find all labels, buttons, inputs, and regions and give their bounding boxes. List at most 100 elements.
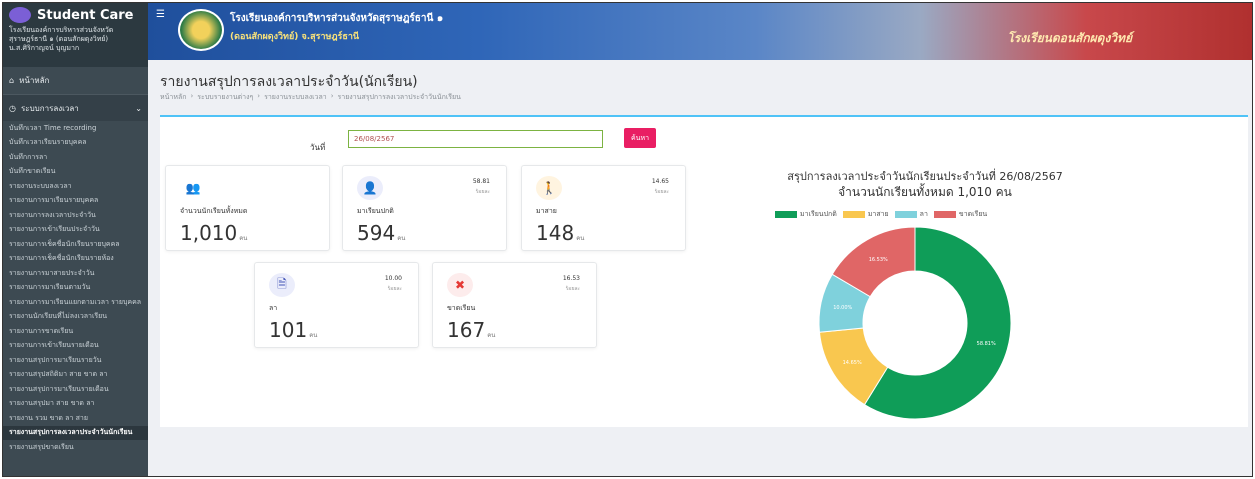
- sidebar-subitem[interactable]: รายงานการลงเวลาประจำวัน: [3, 208, 148, 223]
- stat-card-total: 👥 จำนวนนักเรียนทั้งหมด 1,010 คน: [165, 165, 330, 251]
- sidebar-subitem[interactable]: รายงานการเข้าเรียนรายเดือน: [3, 339, 148, 354]
- school-seal-icon: [178, 9, 224, 51]
- stat-percent-label: ร้อยละ: [565, 286, 580, 292]
- date-label: วันที่: [310, 143, 326, 152]
- stat-percent-label: ร้อยละ: [475, 189, 490, 195]
- sidebar-subitem[interactable]: รายงานสรุปการมาเรียนรายวัน: [3, 353, 148, 368]
- sidebar-subitem[interactable]: รายงานสรุปสถิติมา สาย ขาด ลา: [3, 368, 148, 383]
- legend-label: ขาดเรียน: [958, 210, 988, 218]
- slice-label: 58.81%: [977, 341, 996, 347]
- sidebar-subitem[interactable]: รายงาน รวม ขาด ลา สาย: [3, 411, 148, 426]
- stat-label: จำนวนนักเรียนทั้งหมด: [180, 207, 248, 215]
- absent-icon: ✖: [447, 273, 473, 297]
- breadcrumb-time-reports[interactable]: รายงานระบบลงเวลา: [264, 92, 327, 103]
- user-check-icon: 👤: [357, 176, 383, 200]
- app-frame: Student Care โรงเรียนองค์การบริหารส่วนจั…: [2, 2, 1253, 477]
- stat-label: ลา: [269, 304, 278, 312]
- stat-card-absent: ✖ 16.53 ร้อยละ ขาดเรียน 167 คน: [432, 262, 597, 348]
- sidebar-submenu: บันทึกเวลา Time recording บันทึกเวลาเรียน…: [3, 121, 148, 455]
- breadcrumb: หน้าหลัก › ระบบรายงานต่างๆ › รายงานระบบลงเ…: [160, 92, 461, 103]
- home-icon: ⌂: [9, 76, 15, 85]
- legend-item[interactable]: มาสาย: [842, 209, 889, 220]
- sidebar-subitem[interactable]: รายงานสรุปมา สาย ขาด ลา: [3, 397, 148, 412]
- top-banner: ☰ โรงเรียนองค์การบริหารส่วนจังหวัดสุราษฎ…: [148, 3, 1252, 60]
- banner-photo-text: โรงเรียนดอนสักผดุงวิทย์: [1007, 31, 1132, 45]
- stat-card-leave: 🗎 10.00 ร้อยละ ลา 101 คน: [254, 262, 419, 348]
- slice-label: 10.00%: [833, 305, 852, 311]
- stat-label: มาเรียนปกติ: [357, 207, 394, 215]
- sidebar-subitem[interactable]: รายงานการเช็คชื่อนักเรียนรายบุคคล: [3, 237, 148, 252]
- sidebar-subitem[interactable]: รายงานสรุปขาดเรียน: [3, 440, 148, 455]
- breadcrumb-home[interactable]: หน้าหลัก: [160, 92, 186, 103]
- sidebar-subitem[interactable]: บันทึกเวลาเรียนรายบุคคล: [3, 136, 148, 151]
- students-icon: 👥: [185, 181, 201, 195]
- report-card: วันที่ ค้นหา 👥 จำนวนนักเรียนทั้งหมด 1,01…: [160, 115, 1248, 427]
- breadcrumb-current: รายงานสรุปการลงเวลาประจำวันนักเรียน: [337, 93, 461, 101]
- stat-card-late: 🚶 14.65 ร้อยละ มาสาย 148 คน: [521, 165, 686, 251]
- chart-subtitle: จำนวนนักเรียนทั้งหมด 1,010 คน: [838, 185, 1012, 199]
- sidebar-subitem[interactable]: รายงานระบบลงเวลา: [3, 179, 148, 194]
- stat-percent: 10.00: [384, 275, 402, 282]
- brand-school-line-1: โรงเรียนองค์การบริหารส่วนจังหวัด: [9, 26, 114, 34]
- school-subname: (ดอนสักผดุงวิทย์) จ.สุราษฎร์ธานี: [230, 32, 360, 42]
- chevron-down-icon: ⌄: [135, 103, 142, 113]
- brand-user-name: น.ส.ศิริกาญจน์ บุญมาก: [9, 44, 80, 52]
- sidebar-subitem[interactable]: รายงานสรุปการมาเรียนรายเดือน: [3, 382, 148, 397]
- stat-label: มาสาย: [536, 207, 557, 215]
- legend-swatch: [775, 211, 797, 218]
- stat-value: 1,010 คน: [180, 221, 248, 245]
- stat-value: 594 คน: [357, 221, 406, 245]
- sidebar-subitem[interactable]: บันทึกขาดเรียน: [3, 165, 148, 180]
- sidebar-subitem[interactable]: รายงานการมาสายประจำวัน: [3, 266, 148, 281]
- slice-label: 16.53%: [869, 257, 888, 263]
- sidebar-item-label: หน้าหลัก: [19, 76, 50, 85]
- stat-percent: 16.53: [562, 275, 580, 282]
- brand: Student Care โรงเรียนองค์การบริหารส่วนจั…: [3, 3, 148, 67]
- stat-value: 167 คน: [447, 318, 496, 342]
- chart-legend: มาเรียนปกติ มาสาย ลา ขาดเรียน: [775, 209, 987, 220]
- school-name: โรงเรียนองค์การบริหารส่วนจังหวัดสุราษฎร์…: [230, 13, 444, 24]
- stat-percent: 58.81: [472, 178, 490, 185]
- legend-swatch: [842, 211, 865, 218]
- hamburger-icon[interactable]: ☰: [156, 9, 165, 20]
- page-title: รายงานสรุปการลงเวลาประจำวัน(นักเรียน): [160, 74, 418, 90]
- search-button[interactable]: ค้นหา: [624, 128, 656, 148]
- sidebar-subitem[interactable]: บันทึกการลา: [3, 150, 148, 165]
- sidebar-group-time[interactable]: ◷ ระบบการลงเวลา ⌄: [3, 95, 148, 121]
- breadcrumb-reports[interactable]: ระบบรายงานต่างๆ: [197, 92, 253, 103]
- sidebar-group-label: ระบบการลงเวลา: [20, 103, 79, 113]
- brand-school-line-2: สุราษฎร์ธานี ๑ (ดอนสักผดุงวิทย์): [9, 35, 109, 43]
- sidebar-subitem[interactable]: บันทึกเวลา Time recording: [3, 121, 148, 136]
- sidebar-subitem[interactable]: รายงานการขาดเรียน: [3, 324, 148, 339]
- stat-card-present: 👤 58.81 ร้อยละ มาเรียนปกติ 594 คน: [342, 165, 507, 251]
- sidebar-subitem[interactable]: รายงานการเช็คชื่อนักเรียนรายห้อง: [3, 252, 148, 267]
- sidebar-subitem[interactable]: รายงานนักเรียนที่ไม่ลงเวลาเรียน: [3, 310, 148, 325]
- legend-item[interactable]: ขาดเรียน: [933, 209, 988, 220]
- donut-chart: 58.81% 14.65% 10.00% 16.53%: [818, 226, 1012, 420]
- stat-percent-label: ร้อยละ: [387, 286, 402, 292]
- sidebar: Student Care โรงเรียนองค์การบริหารส่วนจั…: [3, 3, 148, 476]
- sidebar-subitem[interactable]: รายงานการเข้าเรียนประจำวัน: [3, 223, 148, 238]
- stat-label: ขาดเรียน: [447, 304, 476, 312]
- slice-label: 14.65%: [843, 360, 862, 366]
- sidebar-subitem[interactable]: รายงานการมาเรียนตามวัน: [3, 281, 148, 296]
- clock-icon: ◷: [9, 103, 16, 113]
- document-icon: 🗎: [269, 273, 295, 297]
- stat-value: 148 คน: [536, 221, 585, 245]
- stat-percent-label: ร้อยละ: [654, 189, 669, 195]
- legend-swatch: [933, 211, 956, 218]
- heart-logo-icon: [9, 7, 31, 23]
- sidebar-subitem[interactable]: รายงานการมาเรียนรายบุคคล: [3, 194, 148, 209]
- legend-label: มาเรียนปกติ: [800, 210, 837, 218]
- legend-item[interactable]: มาเรียนปกติ: [775, 209, 837, 220]
- brand-title: Student Care: [37, 7, 134, 23]
- legend-item[interactable]: ลา: [894, 209, 928, 220]
- date-input[interactable]: [348, 130, 603, 148]
- stat-value: 101 คน: [269, 318, 318, 342]
- sidebar-subitem[interactable]: รายงานสรุปการลงเวลาประจำวันนักเรียน: [3, 425, 148, 440]
- legend-label: มาสาย: [867, 210, 889, 218]
- sidebar-subitem[interactable]: รายงานการมาเรียนแยกตามเวลา รายบุคคล: [3, 295, 148, 310]
- legend-label: ลา: [919, 210, 928, 218]
- legend-swatch: [894, 211, 917, 218]
- sidebar-item-home[interactable]: ⌂ หน้าหลัก: [3, 67, 148, 95]
